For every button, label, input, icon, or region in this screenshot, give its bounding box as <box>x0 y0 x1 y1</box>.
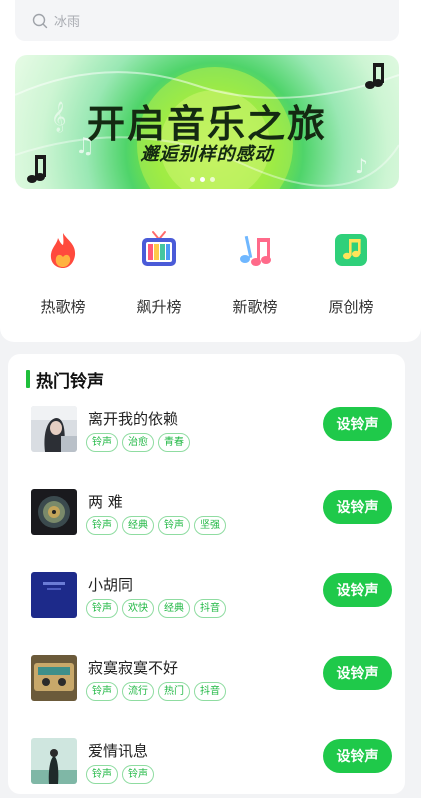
album-cover <box>31 655 77 701</box>
tag[interactable]: 抖音 <box>194 599 226 618</box>
tag[interactable]: 铃声 <box>86 682 118 701</box>
category-original[interactable]: 原创榜 <box>303 222 399 317</box>
song-name: 寂寞寂寞不好 <box>88 659 179 677</box>
tag[interactable]: 经典 <box>158 599 190 618</box>
top-area: 冰雨 ♫ ♪ 𝄞 开启音乐之旅 邂逅别样的感动 热歌榜 飙升榜 新歌榜 原创榜 <box>0 0 421 342</box>
tag-list: 铃声 治愈 青春 <box>86 433 190 452</box>
tag[interactable]: 流行 <box>122 682 154 701</box>
tag-list: 铃声 经典 铃声 坚强 <box>86 516 226 535</box>
category-hot[interactable]: 热歌榜 <box>15 222 111 317</box>
song-name: 爱情讯息 <box>88 742 149 760</box>
tag[interactable]: 铃声 <box>86 516 118 535</box>
section-title: 热门铃声 <box>26 367 104 392</box>
category-new[interactable]: 新歌榜 <box>207 222 303 317</box>
list-item[interactable]: 爱情讯息 铃声 铃声 设铃声 <box>31 738 392 798</box>
category-rising[interactable]: 飙升榜 <box>111 222 207 317</box>
tag[interactable]: 铃声 <box>86 599 118 618</box>
tag-list: 铃声 流行 热门 抖音 <box>86 682 226 701</box>
song-name: 两 难 <box>88 493 123 511</box>
tag[interactable]: 铃声 <box>86 433 118 452</box>
tv-icon <box>142 231 176 266</box>
carousel-dot[interactable] <box>190 177 195 182</box>
music-note-icon <box>365 63 384 89</box>
tag-list: 铃声 铃声 <box>86 765 154 784</box>
category-row: 热歌榜 飙升榜 新歌榜 原创榜 <box>0 222 421 317</box>
album-cover <box>31 572 77 618</box>
tag[interactable]: 铃声 <box>158 516 190 535</box>
carousel-dot-active[interactable] <box>200 177 205 182</box>
tag[interactable]: 热门 <box>158 682 190 701</box>
search-bar[interactable]: 冰雨 <box>15 0 399 41</box>
music-note-icon <box>240 235 271 266</box>
tag[interactable]: 青春 <box>158 433 190 452</box>
hot-ringtones-panel: 热门铃声 离开我的依赖 铃声 治愈 青春 设铃声 两 难 铃声 经典 铃声 坚强… <box>8 354 405 794</box>
category-label: 原创榜 <box>328 298 374 316</box>
category-label: 热歌榜 <box>40 298 86 316</box>
album-cover <box>31 738 77 784</box>
carousel-dot[interactable] <box>210 177 215 182</box>
search-input[interactable]: 冰雨 <box>54 11 80 30</box>
tag[interactable]: 铃声 <box>122 765 154 784</box>
tag-list: 铃声 欢快 经典 抖音 <box>86 599 226 618</box>
set-ringtone-button[interactable]: 设铃声 <box>323 739 392 773</box>
promo-banner[interactable]: ♫ ♪ 𝄞 开启音乐之旅 邂逅别样的感动 <box>15 55 399 189</box>
tag[interactable]: 抖音 <box>194 682 226 701</box>
search-icon <box>32 13 48 28</box>
list-item[interactable]: 寂寞寂寞不好 铃声 流行 热门 抖音 设铃声 <box>31 655 392 715</box>
album-cover <box>31 489 77 535</box>
set-ringtone-button[interactable]: 设铃声 <box>323 573 392 607</box>
list-item[interactable]: 小胡同 铃声 欢快 经典 抖音 设铃声 <box>31 572 392 632</box>
tag[interactable]: 铃声 <box>86 765 118 784</box>
album-cover <box>31 406 77 452</box>
set-ringtone-button[interactable]: 设铃声 <box>323 490 392 524</box>
tag[interactable]: 治愈 <box>122 433 154 452</box>
set-ringtone-button[interactable]: 设铃声 <box>323 656 392 690</box>
carousel-dots <box>190 177 215 182</box>
set-ringtone-button[interactable]: 设铃声 <box>323 407 392 441</box>
song-name: 离开我的依赖 <box>88 410 179 428</box>
fire-icon <box>50 233 76 268</box>
category-label: 新歌榜 <box>232 298 278 316</box>
category-label: 飙升榜 <box>136 298 182 316</box>
list-item[interactable]: 离开我的依赖 铃声 治愈 青春 设铃声 <box>31 406 392 466</box>
tag[interactable]: 欢快 <box>122 599 154 618</box>
list-item[interactable]: 两 难 铃声 经典 铃声 坚强 设铃声 <box>31 489 392 549</box>
tag[interactable]: 经典 <box>122 516 154 535</box>
banner-subtitle: 邂逅别样的感动 <box>140 144 274 165</box>
tag[interactable]: 坚强 <box>194 516 226 535</box>
music-card-icon <box>335 234 367 266</box>
song-name: 小胡同 <box>88 576 134 594</box>
